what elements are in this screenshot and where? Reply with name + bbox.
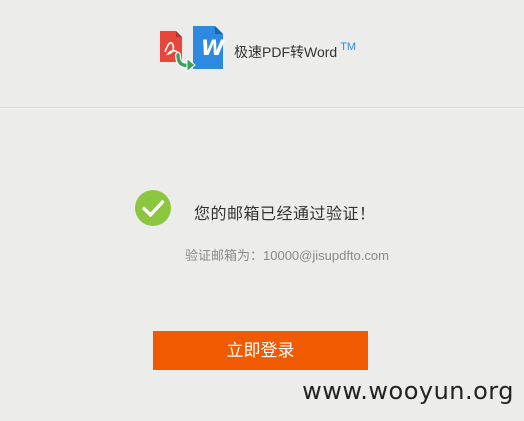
email-value: 10000@jisupdfto.com	[263, 248, 389, 263]
page-header: W 极速PDF转Word TM	[0, 0, 524, 108]
watermark-text: www.wooyun.org	[302, 377, 514, 405]
trademark-mark: TM	[340, 41, 357, 53]
verified-email-line: 验证邮箱为：10000@jisupdfto.com	[185, 245, 389, 264]
login-button[interactable]: 立即登录	[153, 331, 368, 370]
success-message: 您的邮箱已经通过验证！	[194, 206, 376, 223]
email-label: 验证邮箱为：	[185, 248, 264, 263]
app-title: 极速PDF转Word TM	[234, 41, 357, 62]
pdf-to-word-logo-icon: W	[159, 25, 229, 75]
svg-text:W: W	[201, 36, 225, 60]
check-circle-icon	[135, 190, 171, 226]
app-name: 极速PDF转Word	[234, 44, 338, 60]
